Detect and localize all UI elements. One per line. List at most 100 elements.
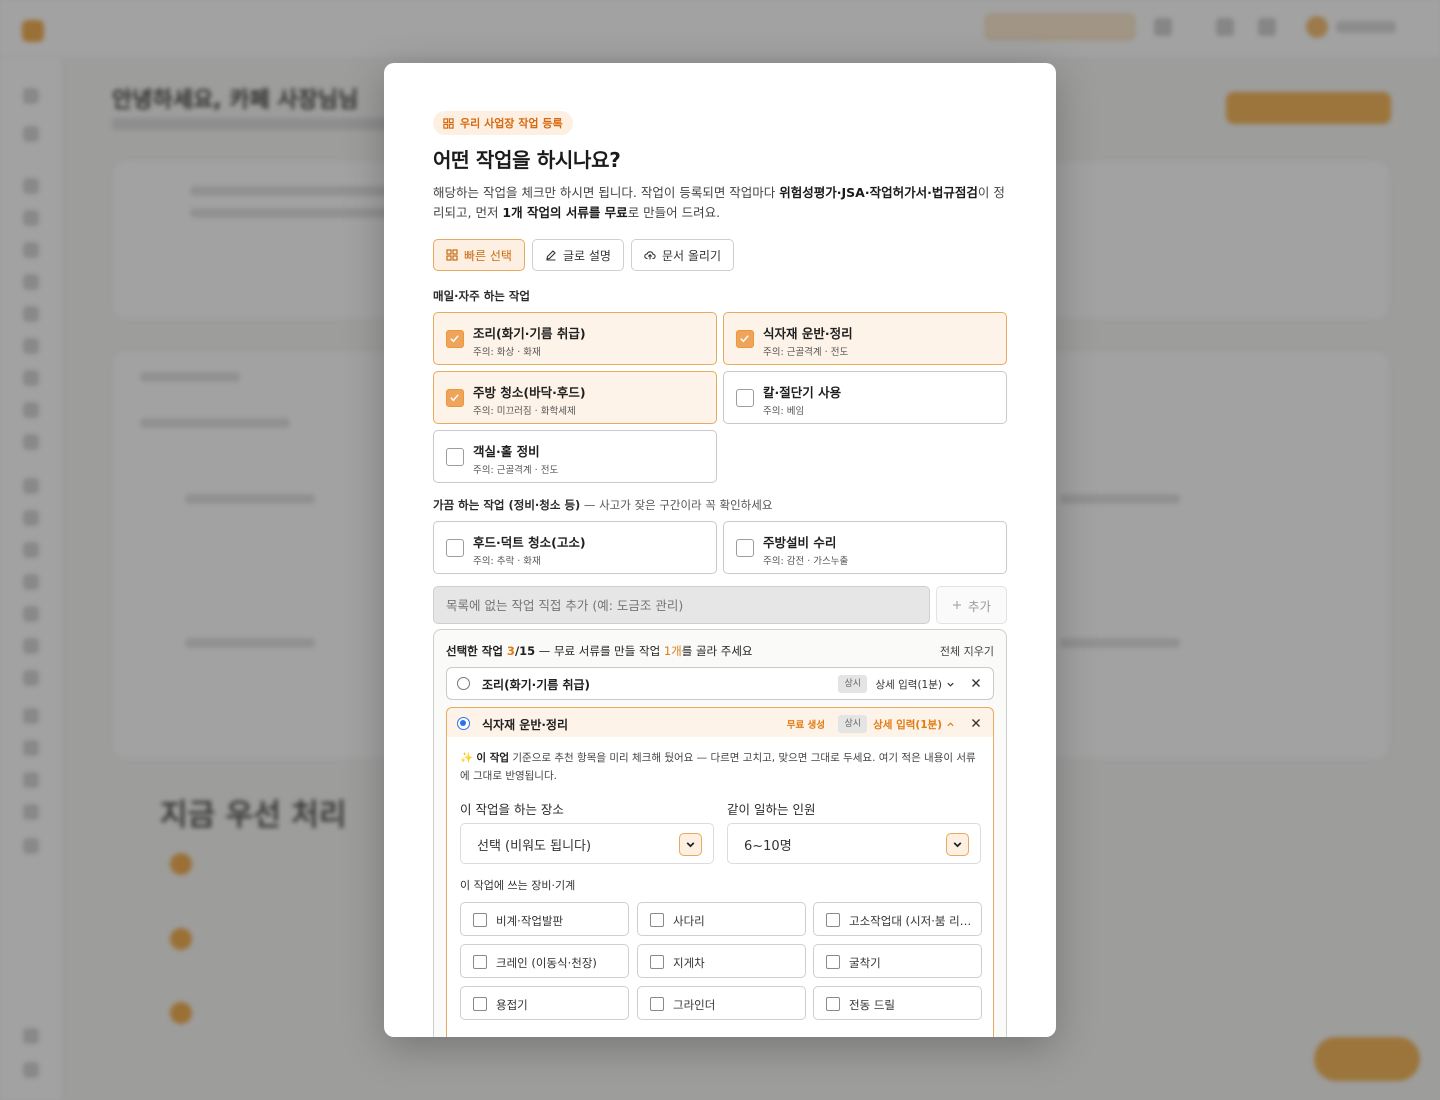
plus-icon [952,601,961,609]
task-warning: 주의: 화상 · 화재 [473,347,541,358]
chevron-down-icon [946,833,969,856]
tab-label: 빠른 선택 [464,248,512,263]
selected-task-row[interactable]: 조리(화기·기름 취급) 상시 상세 입력(1분) [446,667,994,700]
equipment-option[interactable]: 크레인 (이동식·천장) [460,944,629,978]
checkbox-checked[interactable] [446,330,464,348]
checkbox[interactable] [736,539,754,557]
equipment-option[interactable]: 사다리 [637,902,806,936]
close-icon[interactable] [969,716,983,730]
place-select[interactable]: 선택 (비워도 됩니다) [460,823,714,864]
tab-quick-select[interactable]: 빠른 선택 [433,239,525,271]
modal-title: 어떤 작업을 하시나요? [433,148,621,172]
frequency-badge: 상시 [838,715,867,733]
chevron-up-icon [947,722,954,727]
detail-input-toggle[interactable]: 상세 입력(1분) [875,677,955,692]
selected-task-name: 식자재 운반·정리 [482,718,569,732]
daily-tasks-grid: 조리(화기·기름 취급) 주의: 화상 · 화재 식자재 운반·정리 주의: 근… [433,312,1007,483]
pill-label: 우리 사업장 작업 등록 [460,117,563,130]
task-warning: 주의: 미끄러짐 · 화학세제 [473,406,576,417]
checkbox-checked[interactable] [736,330,754,348]
tab-label: 문서 올리기 [661,248,721,263]
equipment-option[interactable]: 고소작업대 (시저·붐 리프트) [813,902,982,936]
add-task-button[interactable]: 추가 [936,586,1007,624]
close-icon[interactable] [969,676,983,690]
checkbox[interactable] [650,955,664,969]
task-name: 칼·절단기 사용 [763,385,842,400]
equipment-label-text: 굴착기 [849,956,881,970]
upload-icon [644,251,656,260]
clear-all-button[interactable]: 전체 지우기 [940,643,994,659]
checkbox[interactable] [650,913,664,927]
checkbox[interactable] [473,997,487,1011]
tab-upload-document[interactable]: 문서 올리기 [630,239,734,271]
input-mode-tabs: 빠른 선택 글로 설명 문서 올리기 [433,239,1007,271]
free-doc-radio-selected[interactable] [457,717,470,730]
selected-task-row-active[interactable]: 식자재 운반·정리 무료 생성 상시 상세 입력(1분) [446,707,994,740]
grid-icon [446,249,458,261]
task-warning: 주의: 근골격계 · 전도 [763,347,849,358]
checkbox[interactable] [446,539,464,557]
checkbox[interactable] [826,955,840,969]
task-warning: 주의: 감전 · 가스누출 [763,556,849,567]
free-generate-tag: 무료 생성 [786,720,825,731]
add-button-label: 추가 [967,598,991,614]
task-warning: 주의: 베임 [763,406,805,417]
free-doc-radio[interactable] [457,677,470,690]
check-icon [450,394,459,402]
modal-pill: 우리 사업장 작업 등록 [433,111,573,135]
checkbox[interactable] [826,913,840,927]
checkbox-checked[interactable] [446,389,464,407]
equipment-label-text: 그라인더 [673,998,716,1012]
checkbox[interactable] [473,955,487,969]
equipment-option[interactable]: 지게차 [637,944,806,978]
task-option[interactable]: 조리(화기·기름 취급) 주의: 화상 · 화재 [433,312,717,365]
chevron-down-icon [679,833,702,856]
task-option[interactable]: 칼·절단기 사용 주의: 베임 [723,371,1007,424]
equipment-option[interactable]: 비계·작업발판 [460,902,629,936]
tab-text-describe[interactable]: 글로 설명 [531,239,624,271]
place-select-value: 선택 (비워도 됩니다) [477,839,592,854]
selected-tasks-header: 선택한 작업 3/15 — 무료 서류를 만들 작업 1개를 골라 주세요 [446,644,753,658]
people-select[interactable]: 6~10명 [727,823,981,864]
task-name: 객실·홀 정비 [473,444,540,459]
equipment-option[interactable]: 그라인더 [637,986,806,1020]
equipment-label-text: 고소작업대 (시저·붐 리프트) [849,914,974,928]
equipment-option[interactable]: 전동 드릴 [813,986,982,1020]
check-icon [740,335,749,343]
chevron-down-icon [947,682,954,687]
custom-task-input[interactable] [433,586,930,624]
recommendation-hint: ✨ 이 작업 기준으로 추천 항목을 미리 체크해 뒀어요 — 다르면 고치고,… [460,752,976,782]
task-name: 조리(화기·기름 취급) [473,326,586,341]
checkbox[interactable] [736,389,754,407]
equipment-option[interactable]: 굴착기 [813,944,982,978]
equipment-label-text: 크레인 (이동식·천장) [496,956,597,970]
detail-input-toggle[interactable]: 상세 입력(1분) [873,717,955,732]
equipment-option[interactable]: 용접기 [460,986,629,1020]
task-warning: 주의: 근골격계 · 전도 [473,465,559,476]
tab-label: 글로 설명 [562,248,611,263]
people-label: 같이 일하는 인원 [727,802,816,817]
frequency-badge: 상시 [838,675,867,693]
task-option[interactable]: 식자재 운반·정리 주의: 근골격계 · 전도 [723,312,1007,365]
task-name: 주방설비 수리 [763,535,837,550]
task-name: 후드·덕트 청소(고소) [473,535,586,550]
custom-task-row: 추가 [433,586,1007,624]
checkbox[interactable] [446,448,464,466]
task-detail-form: ✨ 이 작업 기준으로 추천 항목을 미리 체크해 뒀어요 — 다르면 고치고,… [446,737,994,1037]
equipment-label-text: 지게차 [673,956,705,970]
equipment-label-text: 용접기 [496,998,528,1012]
people-select-value: 6~10명 [744,839,792,854]
equipment-label-text: 전동 드릴 [849,998,895,1012]
task-option[interactable]: 객실·홀 정비 주의: 근골격계 · 전도 [433,430,717,483]
selected-task-name: 조리(화기·기름 취급) [482,678,591,692]
checkbox[interactable] [473,913,487,927]
task-option[interactable]: 주방설비 수리 주의: 감전 · 가스누출 [723,521,1007,574]
grid-icon [443,117,454,129]
task-option[interactable]: 후드·덕트 청소(고소) 주의: 추락 · 화재 [433,521,717,574]
task-option[interactable]: 주방 청소(바닥·후드) 주의: 미끄러짐 · 화학세제 [433,371,717,424]
task-name: 식자재 운반·정리 [763,326,853,341]
checkbox[interactable] [826,997,840,1011]
daily-tasks-label: 매일·자주 하는 작업 [433,289,531,303]
checkbox[interactable] [650,997,664,1011]
occasional-tasks-grid: 후드·덕트 청소(고소) 주의: 추락 · 화재 주방설비 수리 주의: 감전 … [433,521,1007,574]
